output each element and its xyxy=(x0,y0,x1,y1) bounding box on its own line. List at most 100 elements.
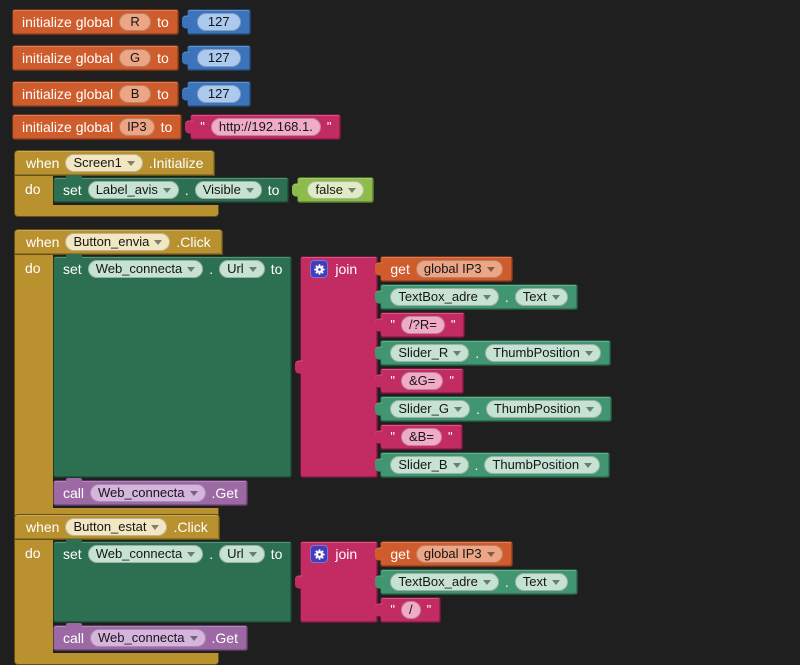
property-dropdown[interactable]: ThumbPosition xyxy=(484,456,600,474)
component-getter-block[interactable]: TextBox_adre . Text xyxy=(380,284,577,310)
init-global-ip3-group[interactable]: initialize global IP3 to " http://192.16… xyxy=(12,114,341,140)
component-dropdown[interactable]: Button_estat xyxy=(65,518,167,536)
set-property-block[interactable]: set Web_connecta . Url to xyxy=(53,541,292,623)
logic-dropdown[interactable]: false xyxy=(307,181,363,199)
join-header[interactable]: join xyxy=(300,256,378,478)
init-global-r-group[interactable]: initialize global R to 127 xyxy=(12,9,251,35)
initialize-global-label: initialize global xyxy=(22,49,113,67)
text-string-block[interactable]: " / " xyxy=(380,597,441,623)
when-screen1-initialize-block[interactable]: when Screen1 .Initialize do set Label_av… xyxy=(14,150,374,217)
call-method-block[interactable]: call Web_connecta .Get xyxy=(53,625,248,651)
call-label: call xyxy=(63,484,84,502)
component-getter-block[interactable]: Slider_B . ThumbPosition xyxy=(380,452,610,478)
text-string-block[interactable]: " &G= " xyxy=(380,368,464,394)
dropdown-value: Url xyxy=(227,546,244,562)
dropdown-arrow-icon xyxy=(249,552,257,557)
call-method-block[interactable]: call Web_connecta .Get xyxy=(53,480,248,506)
initialize-global-block[interactable]: initialize global R to xyxy=(12,9,179,35)
dropdown-arrow-icon xyxy=(586,407,594,412)
event-header[interactable]: when Screen1 .Initialize xyxy=(14,150,215,176)
to-label: to xyxy=(161,118,173,136)
text-field[interactable]: / xyxy=(401,601,421,619)
when-label: when xyxy=(26,154,59,172)
text-string-block[interactable]: " &B= " xyxy=(380,424,462,450)
get-variable-block[interactable]: get global IP3 xyxy=(380,256,512,282)
initialize-global-block[interactable]: initialize global IP3 to xyxy=(12,114,182,140)
property-dropdown[interactable]: Url xyxy=(219,260,265,278)
text-field[interactable]: http://192.168.1. xyxy=(211,118,321,136)
component-dropdown[interactable]: TextBox_adre xyxy=(390,573,499,591)
join-block[interactable]: join get global IP3 xyxy=(300,541,577,623)
property-dropdown[interactable]: Text xyxy=(515,573,568,591)
dropdown-value: Web_connecta xyxy=(96,261,183,277)
join-block[interactable]: join get global IP3 xyxy=(300,256,611,478)
number-field[interactable]: 127 xyxy=(197,13,241,31)
component-getter-block[interactable]: Slider_R . ThumbPosition xyxy=(380,340,610,366)
property-dropdown[interactable]: Visible xyxy=(195,181,262,199)
number-field[interactable]: 127 xyxy=(197,85,241,103)
number-block[interactable]: 127 xyxy=(187,9,251,35)
component-dropdown[interactable]: Web_connecta xyxy=(90,629,206,647)
component-getter-block[interactable]: Slider_G . ThumbPosition xyxy=(380,396,611,422)
when-button-estat-click-block[interactable]: when Button_estat .Click do set Web_conn… xyxy=(14,514,578,665)
text-field[interactable]: /?R= xyxy=(401,316,445,334)
component-dropdown[interactable]: Screen1 xyxy=(65,154,142,172)
init-global-g-group[interactable]: initialize global G to 127 xyxy=(12,45,251,71)
variable-name-field[interactable]: IP3 xyxy=(119,118,155,136)
method-name-label: .Get xyxy=(212,629,238,647)
event-header[interactable]: when Button_envia .Click xyxy=(14,229,223,255)
component-dropdown[interactable]: Web_connecta xyxy=(90,484,206,502)
dropdown-value: Button_envia xyxy=(73,234,149,250)
dropdown-value: global IP3 xyxy=(424,546,482,562)
do-label: do xyxy=(25,181,41,197)
do-slot: do xyxy=(14,255,53,508)
blocks-canvas[interactable]: initialize global R to 127 initialize gl… xyxy=(0,0,800,665)
dropdown-arrow-icon xyxy=(552,295,560,300)
dropdown-arrow-icon xyxy=(487,267,495,272)
component-dropdown[interactable]: Slider_G xyxy=(390,400,470,418)
when-button-envia-click-block[interactable]: when Button_envia .Click do set Web_conn… xyxy=(14,229,612,520)
property-dropdown[interactable]: ThumbPosition xyxy=(485,344,601,362)
variable-name-field[interactable]: B xyxy=(119,85,151,103)
component-dropdown[interactable]: Label_avis xyxy=(88,181,179,199)
number-block[interactable]: 127 xyxy=(187,45,251,71)
set-property-block[interactable]: set Label_avis . Visible to xyxy=(53,177,289,203)
initialize-global-block[interactable]: initialize global G to xyxy=(12,45,179,71)
dropdown-arrow-icon xyxy=(453,351,461,356)
variable-name-field[interactable]: R xyxy=(119,13,151,31)
logic-false-block[interactable]: false xyxy=(297,177,373,203)
component-dropdown[interactable]: Slider_B xyxy=(390,456,468,474)
component-getter-block[interactable]: TextBox_adre . Text xyxy=(380,569,577,595)
dropdown-value: global IP3 xyxy=(424,261,482,277)
get-variable-block[interactable]: get global IP3 xyxy=(380,541,512,567)
dropdown-arrow-icon xyxy=(190,491,198,496)
variable-dropdown[interactable]: global IP3 xyxy=(416,260,503,278)
event-name-label: .Click xyxy=(173,518,207,536)
component-dropdown[interactable]: TextBox_adre xyxy=(390,288,499,306)
event-header[interactable]: when Button_estat .Click xyxy=(14,514,220,540)
property-dropdown[interactable]: ThumbPosition xyxy=(486,400,602,418)
variable-name-field[interactable]: G xyxy=(119,49,151,67)
text-string-block[interactable]: " /?R= " xyxy=(380,312,465,338)
mutator-gear-icon[interactable] xyxy=(310,545,328,563)
text-field[interactable]: &B= xyxy=(401,428,442,446)
component-dropdown[interactable]: Slider_R xyxy=(390,344,469,362)
component-dropdown[interactable]: Web_connecta xyxy=(88,260,204,278)
variable-dropdown[interactable]: global IP3 xyxy=(416,545,503,563)
dropdown-value: false xyxy=(315,182,342,198)
mutator-gear-icon[interactable] xyxy=(310,260,328,278)
join-header[interactable]: join xyxy=(300,541,378,623)
property-dropdown[interactable]: Text xyxy=(515,288,568,306)
text-field[interactable]: &G= xyxy=(401,372,443,390)
component-dropdown[interactable]: Web_connecta xyxy=(88,545,204,563)
when-label: when xyxy=(26,233,59,251)
set-property-block[interactable]: set Web_connecta . Url to xyxy=(53,256,292,478)
init-global-b-group[interactable]: initialize global B to 127 xyxy=(12,81,251,107)
component-dropdown[interactable]: Button_envia xyxy=(65,233,170,251)
initialize-global-block[interactable]: initialize global B to xyxy=(12,81,179,107)
close-quote: " xyxy=(451,316,456,334)
property-dropdown[interactable]: Url xyxy=(219,545,265,563)
number-block[interactable]: 127 xyxy=(187,81,251,107)
text-string-block[interactable]: " http://192.168.1. " xyxy=(190,114,341,140)
number-field[interactable]: 127 xyxy=(197,49,241,67)
